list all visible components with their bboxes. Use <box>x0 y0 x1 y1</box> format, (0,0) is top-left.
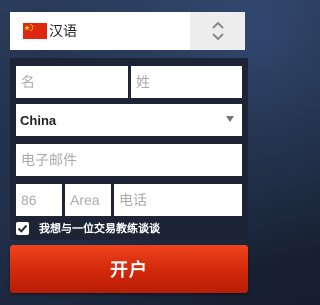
first-name-placeholder: 名 <box>21 75 35 91</box>
open-account-label: 开户 <box>110 260 148 281</box>
phone-area-field[interactable]: Area <box>65 184 111 216</box>
open-account-button[interactable]: 开户 <box>10 245 248 293</box>
area-placeholder: Area <box>70 192 100 208</box>
language-dropdown-toggle[interactable] <box>190 12 245 50</box>
last-name-field[interactable]: 姓 <box>131 66 242 98</box>
email-field[interactable]: 电子邮件 <box>16 144 242 176</box>
phone-field[interactable]: 电话 <box>114 184 242 216</box>
signup-form-panel: 名 姓 China 电子邮件 86 Area 电话 <box>10 58 248 240</box>
up-down-chevron-icon <box>211 21 224 41</box>
phone-placeholder: 电话 <box>119 193 147 209</box>
consent-checkbox[interactable] <box>16 221 29 235</box>
email-placeholder: 电子邮件 <box>21 153 77 169</box>
country-value: China <box>20 112 57 128</box>
checkmark-icon <box>17 224 28 233</box>
language-selector[interactable]: 汉语 <box>10 12 245 50</box>
phone-country-code: 86 <box>21 192 37 208</box>
last-name-placeholder: 姓 <box>136 75 150 91</box>
country-select[interactable]: China <box>16 104 242 136</box>
language-label: 汉语 <box>49 24 77 40</box>
chevron-down-icon <box>226 116 234 122</box>
consent-label: 我想与一位交易教练谈谈 <box>39 222 160 235</box>
consent-row[interactable]: 我想与一位交易教练谈谈 <box>16 220 160 236</box>
first-name-field[interactable]: 名 <box>16 66 128 98</box>
phone-country-code-field[interactable]: 86 <box>16 184 62 216</box>
china-flag-icon <box>23 23 47 39</box>
